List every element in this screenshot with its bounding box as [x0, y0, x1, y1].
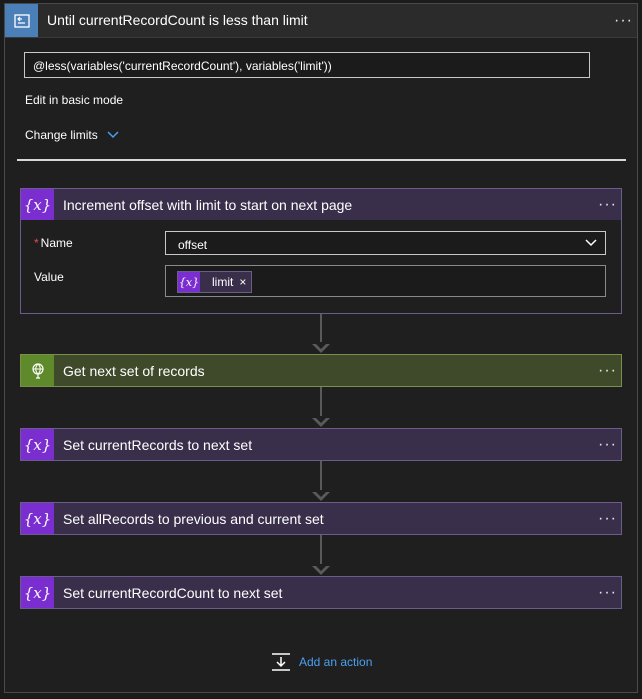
value-field-label: Value: [34, 270, 64, 284]
condition-expression-input[interactable]: @less(variables('currentRecordCount'), v…: [24, 52, 590, 78]
get-next-records-header[interactable]: Get next set of records ···: [21, 355, 621, 386]
add-an-action-button[interactable]: Add an action: [271, 652, 372, 672]
set-record-count-title: Set currentRecordCount to next set: [63, 585, 283, 601]
name-field-label: * Name: [34, 236, 73, 250]
set-all-records-card[interactable]: {x} Set allRecords to previous and curre…: [20, 502, 622, 535]
set-current-records-title: Set currentRecords to next set: [63, 437, 253, 453]
until-loop-scope: Until currentRecordCount is less than li…: [4, 3, 638, 693]
insert-step-icon: [271, 652, 291, 672]
until-loop-header[interactable]: Until currentRecordCount is less than li…: [5, 4, 637, 38]
increment-more-options-icon[interactable]: ···: [598, 197, 617, 213]
arrow-down-icon: [312, 342, 330, 353]
variable-icon: {x}: [21, 429, 54, 460]
until-loop-title: Until currentRecordCount is less than li…: [47, 12, 308, 28]
get-next-records-card[interactable]: Get next set of records ···: [20, 354, 622, 387]
scope-divider: [17, 159, 626, 161]
variable-icon: {x}: [178, 272, 200, 292]
set-current-records-more-options-icon[interactable]: ···: [598, 437, 617, 453]
arrow-down-icon: [312, 564, 330, 575]
set-record-count-header[interactable]: {x} Set currentRecordCount to next set ·…: [21, 577, 621, 608]
globe-icon: [21, 355, 54, 386]
arrow-down-icon: [312, 490, 330, 501]
set-all-records-header[interactable]: {x} Set allRecords to previous and curre…: [21, 503, 621, 534]
name-label-text: Name: [40, 236, 73, 250]
increment-offset-body: * Name offset Value {x} limit ×: [21, 220, 621, 313]
set-record-count-card[interactable]: {x} Set currentRecordCount to next set ·…: [20, 576, 622, 609]
set-all-records-more-options-icon[interactable]: ···: [598, 511, 617, 527]
add-an-action-label: Add an action: [299, 655, 373, 669]
variable-name-value: offset: [178, 238, 208, 252]
remove-token-icon[interactable]: ×: [239, 275, 251, 289]
limit-token[interactable]: {x} limit ×: [177, 271, 253, 293]
set-current-records-header[interactable]: {x} Set currentRecords to next set ···: [21, 429, 621, 460]
chevron-down-icon: [107, 131, 119, 139]
required-marker: *: [34, 236, 39, 250]
arrow-down-icon: [312, 416, 330, 427]
change-limits-label: Change limits: [25, 128, 98, 142]
chevron-down-icon: [585, 236, 597, 250]
edit-in-basic-mode-link[interactable]: Edit in basic mode: [25, 93, 123, 107]
change-limits-toggle[interactable]: Change limits: [25, 128, 119, 142]
set-all-records-title: Set allRecords to previous and current s…: [63, 511, 324, 527]
scope-more-options-icon[interactable]: ···: [614, 13, 633, 29]
set-current-records-card[interactable]: {x} Set currentRecords to next set ···: [20, 428, 622, 461]
loop-icon: [5, 4, 38, 37]
variable-icon: {x}: [21, 503, 54, 534]
increment-offset-card: {x} Increment offset with limit to start…: [20, 188, 622, 314]
limit-token-label: limit: [212, 275, 234, 289]
value-input[interactable]: {x} limit ×: [165, 265, 606, 297]
variable-name-select[interactable]: offset: [165, 231, 606, 255]
get-next-more-options-icon[interactable]: ···: [598, 363, 617, 379]
get-next-records-title: Get next set of records: [63, 363, 205, 379]
increment-offset-title: Increment offset with limit to start on …: [63, 197, 353, 213]
variable-icon: {x}: [21, 189, 54, 220]
variable-icon: {x}: [21, 577, 54, 608]
increment-offset-header[interactable]: {x} Increment offset with limit to start…: [21, 189, 621, 220]
set-record-count-more-options-icon[interactable]: ···: [598, 585, 617, 601]
